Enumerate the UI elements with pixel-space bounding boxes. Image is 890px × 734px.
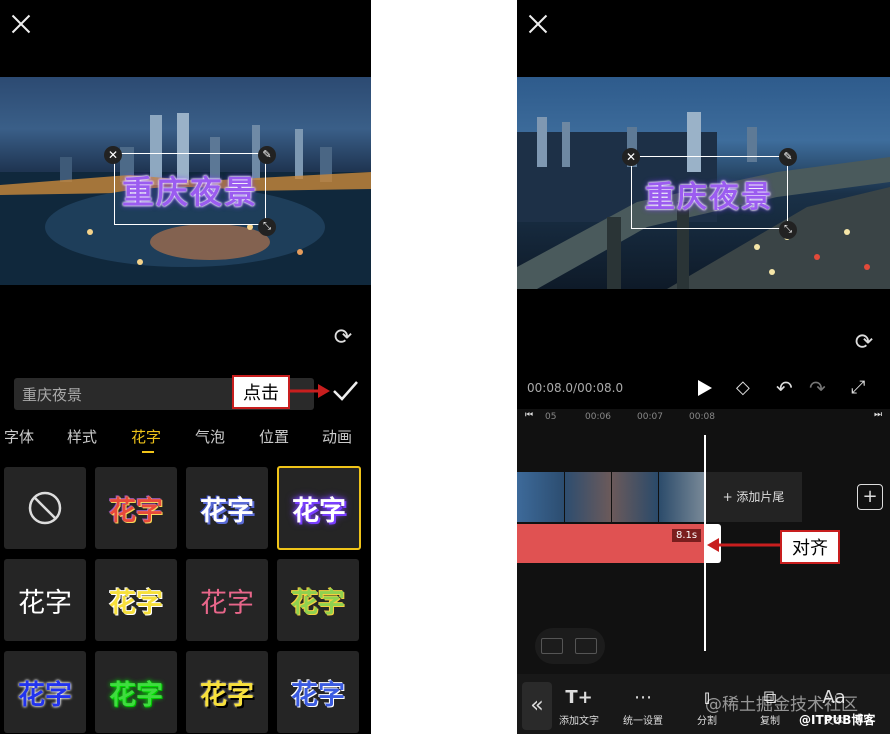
- close-icon[interactable]: [527, 13, 549, 35]
- text-input-value: 重庆夜景: [22, 386, 83, 404]
- scale-handle-icon[interactable]: ⤡: [258, 218, 276, 236]
- delete-text-icon[interactable]: ✕: [622, 148, 640, 166]
- time-display: 00:08.0/00:08.0: [527, 381, 624, 395]
- tool-unified-settings[interactable]: ⋯ 统一设置: [613, 684, 673, 727]
- keyframe-icon[interactable]: ◇: [736, 377, 750, 398]
- style-tile[interactable]: 花字: [277, 559, 359, 641]
- style-tile[interactable]: 花字: [95, 559, 177, 641]
- ruler-tick: 00:08: [689, 412, 715, 422]
- rotate-icon[interactable]: ⟳: [331, 326, 355, 350]
- align-annotation: 对齐: [780, 530, 840, 564]
- redo-icon[interactable]: ↷: [809, 376, 826, 400]
- tool-add-text[interactable]: T+ 添加文字: [549, 684, 609, 727]
- scale-handle-icon[interactable]: ⤡: [779, 221, 797, 239]
- go-start-icon[interactable]: ⏮: [525, 410, 533, 420]
- style-tile[interactable]: 花字: [277, 651, 359, 733]
- fullscreen-icon[interactable]: ⤢: [851, 377, 865, 398]
- add-clip-button[interactable]: +: [857, 484, 883, 510]
- right-panel: 重庆夜景 ✕ ✎ ⤡ ⟳ 00:08.0/00:08.0 ◇ ↶ ↷ ⤢ ⏮ ⏭…: [517, 0, 890, 734]
- left-panel: 重庆夜景 ✕ ✎ ⤡ ⟳ 重庆夜景 点击 字体 样式 花字 气泡 位置 动画 花…: [0, 0, 371, 734]
- style-tile[interactable]: 花字: [95, 651, 177, 733]
- annotation-arrow-right: [288, 384, 330, 398]
- tab-animation[interactable]: 动画: [322, 426, 352, 447]
- style-none-tile[interactable]: [4, 467, 86, 549]
- add-ending-button[interactable]: + 添加片尾: [705, 472, 802, 522]
- overlay-text[interactable]: 重庆夜景: [645, 172, 773, 216]
- delete-text-icon[interactable]: ✕: [104, 146, 122, 164]
- tab-font[interactable]: 字体: [4, 426, 34, 447]
- tool-label: 分割: [697, 716, 717, 727]
- tab-position[interactable]: 位置: [259, 426, 289, 447]
- play-icon[interactable]: [697, 379, 713, 397]
- tab-style[interactable]: 样式: [67, 426, 97, 447]
- overlay-text[interactable]: 重庆夜景: [122, 167, 258, 213]
- active-tab-indicator: [142, 451, 154, 453]
- close-icon[interactable]: [10, 13, 32, 35]
- playhead[interactable]: [704, 435, 706, 651]
- go-end-icon[interactable]: ⏭: [874, 410, 882, 420]
- click-annotation: 点击: [232, 375, 290, 409]
- picture-in-picture-icon[interactable]: [541, 638, 563, 654]
- edit-text-icon[interactable]: ✎: [258, 146, 276, 164]
- style-tile[interactable]: 花字: [95, 467, 177, 549]
- video-clip-strip[interactable]: [517, 472, 705, 522]
- undo-icon[interactable]: ↶: [776, 376, 793, 400]
- confirm-check-icon[interactable]: [331, 376, 359, 404]
- more-icon: ⋯: [634, 687, 652, 708]
- tool-label: 统一设置: [623, 716, 663, 727]
- style-tile[interactable]: 花字: [4, 559, 86, 641]
- tool-label: 复制: [760, 716, 780, 727]
- ruler-tick: 00:07: [637, 412, 663, 422]
- style-tile-selected[interactable]: 花字: [277, 466, 361, 550]
- ruler-tick: 05: [545, 412, 557, 422]
- video-preview: 重庆夜景 ✕ ✎ ⤡: [517, 77, 890, 289]
- freeze-frame-icon[interactable]: [575, 638, 597, 654]
- style-tile[interactable]: 花字: [186, 651, 268, 733]
- clip-duration-badge: 8.1s: [672, 529, 702, 542]
- tab-bubble[interactable]: 气泡: [195, 426, 225, 447]
- collapse-back-button[interactable]: «: [522, 682, 552, 730]
- rotate-icon[interactable]: ⟳: [852, 331, 876, 355]
- ruler-tick: 00:06: [585, 412, 611, 422]
- tool-label: 添加文字: [559, 716, 599, 727]
- edit-text-icon[interactable]: ✎: [779, 148, 797, 166]
- style-tile[interactable]: 花字: [186, 559, 268, 641]
- style-tile[interactable]: 花字: [186, 467, 268, 549]
- video-preview: 重庆夜景 ✕ ✎ ⤡: [0, 77, 371, 285]
- watermark-itpub: @ITPUB博客: [799, 713, 876, 727]
- annotation-arrow-left: [707, 538, 781, 552]
- tab-fancy-text[interactable]: 花字: [131, 426, 161, 447]
- style-tile[interactable]: 花字: [4, 651, 86, 733]
- text-add-icon: T+: [565, 687, 593, 708]
- none-icon: [28, 491, 62, 525]
